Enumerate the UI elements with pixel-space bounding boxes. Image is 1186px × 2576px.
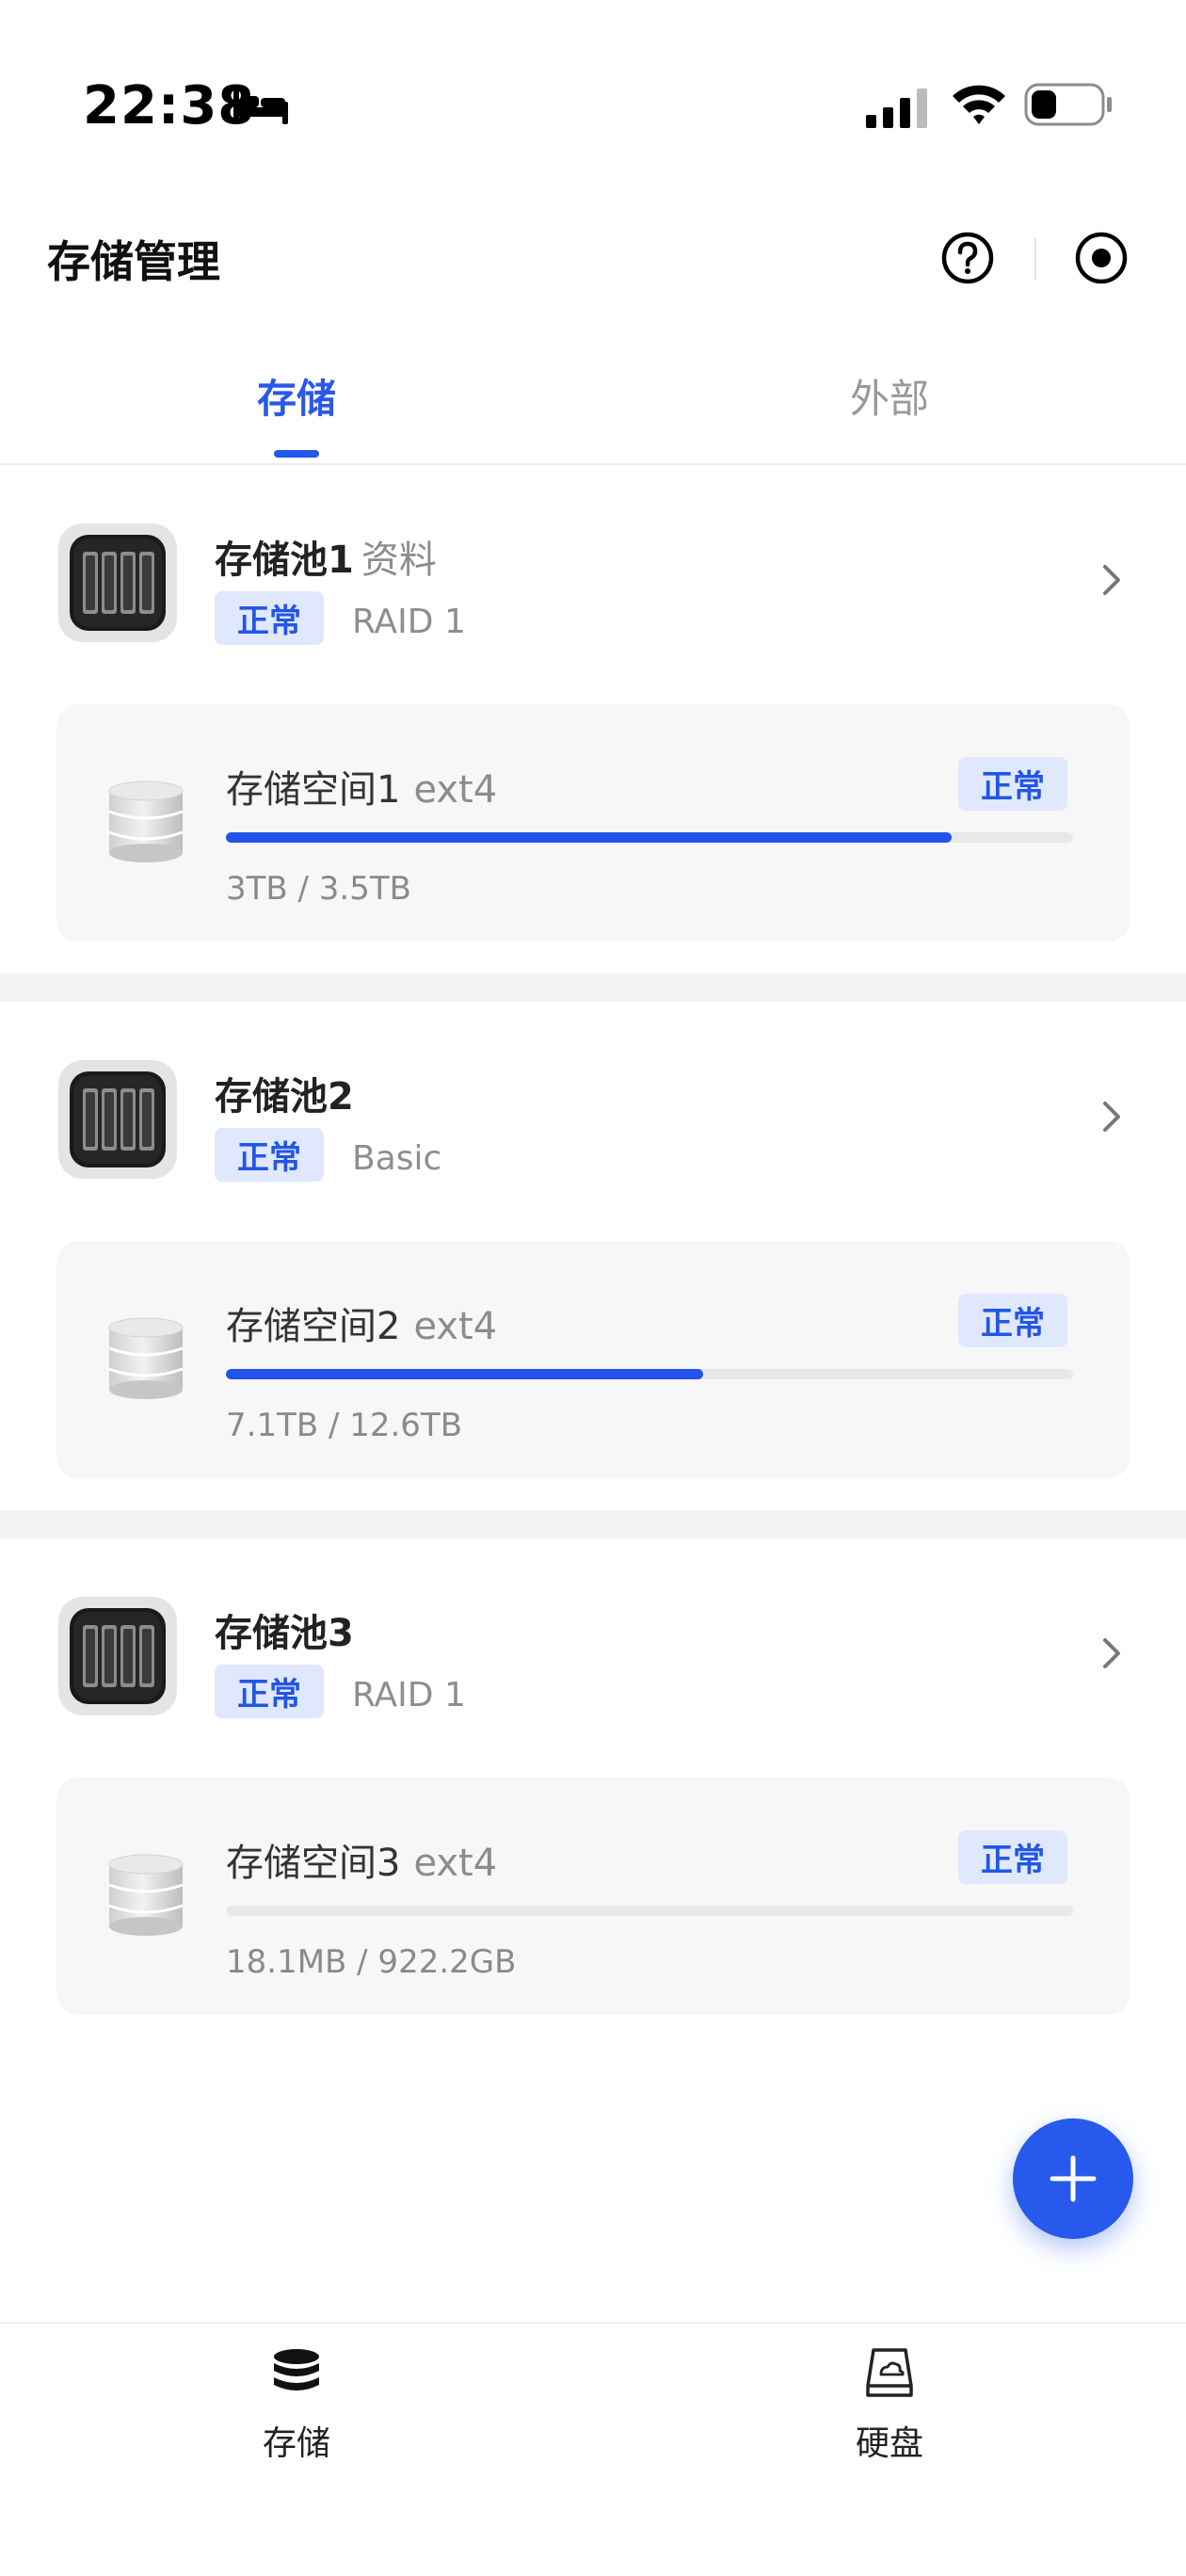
volume-card[interactable]: 存储空间1 ext4 正常 3TB / 3.5TB	[56, 704, 1130, 942]
add-pool-button[interactable]	[1013, 2118, 1133, 2239]
status-badge: 正常	[958, 1830, 1067, 1884]
pool-title: 存储池1 资料	[215, 529, 437, 584]
pool-section: 存储池2 正常 Basic 存储空间2 ext4 正常 7.1TB / 12.6…	[0, 1002, 1186, 1510]
wifi-icon	[953, 85, 1005, 124]
plus-icon	[1050, 2155, 1097, 2202]
volume-card[interactable]: 存储空间2 ext4 正常 7.1TB / 12.6TB	[56, 1241, 1130, 1478]
status-time: 22:38	[83, 75, 256, 137]
usage-progress-fill	[226, 832, 953, 843]
section-separator	[0, 974, 1186, 1002]
pool-raid-type: Basic	[352, 1139, 442, 1178]
nas-server-icon	[58, 523, 177, 642]
volume-title: 存储空间3 ext4	[226, 1832, 497, 1887]
pool-section: 存储池1 资料 正常 RAID 1 存储空间1 ext4 正常 3TB / 3.…	[0, 465, 1186, 974]
section-separator	[0, 1510, 1186, 1538]
battery-icon	[1024, 83, 1112, 126]
chevron-right-icon	[1103, 565, 1120, 595]
chevron-right-icon	[1103, 1638, 1120, 1668]
usage-progress-bar	[226, 1906, 1073, 1916]
nav-item-storage[interactable]: 存储	[0, 2324, 593, 2512]
active-tab-indicator	[274, 450, 319, 458]
bottom-navigation: 存储 硬盘	[0, 2322, 1186, 2576]
header-divider	[1034, 237, 1036, 281]
status-badge: 正常	[958, 1294, 1067, 1347]
record-icon[interactable]	[1073, 230, 1130, 286]
volume-name: 存储空间1	[226, 768, 401, 812]
database-icon	[274, 2349, 319, 2391]
tab-label: 外部	[849, 376, 929, 422]
volume-card[interactable]: 存储空间3 ext4 正常 18.1MB / 922.2GB	[56, 1778, 1130, 2015]
volume-usage-text: 7.1TB / 12.6TB	[226, 1407, 463, 1444]
nav-label: 存储	[262, 2424, 330, 2463]
volume-filesystem: ext4	[413, 768, 498, 812]
pool-raid-type: RAID 1	[352, 1676, 466, 1715]
volume-title: 存储空间1 ext4	[226, 759, 497, 813]
pool-header-row[interactable]: 存储池1 资料 正常 RAID 1	[0, 465, 1186, 691]
app-header: 存储管理	[0, 207, 1186, 320]
chevron-right-icon	[1103, 1102, 1120, 1132]
database-cylinder-icon	[108, 781, 184, 862]
volume-name: 存储空间3	[226, 1842, 401, 1885]
pool-description: 资料	[361, 539, 437, 582]
tab-storage[interactable]: 存储	[0, 348, 593, 463]
nas-server-icon	[58, 1060, 177, 1179]
status-badge: 正常	[215, 1665, 324, 1718]
pool-name: 存储池3	[215, 1612, 354, 1655]
pool-name: 存储池1	[215, 539, 354, 582]
pool-section: 存储池3 正常 RAID 1 存储空间3 ext4 正常 18.1MB / 92…	[0, 1538, 1186, 2047]
page-title: 存储管理	[47, 236, 220, 287]
status-badge: 正常	[215, 1128, 324, 1182]
volume-title: 存储空间2 ext4	[226, 1296, 497, 1350]
nav-item-disk[interactable]: 硬盘	[593, 2324, 1186, 2512]
bed-icon	[233, 90, 288, 124]
usage-progress-bar	[226, 1369, 1073, 1379]
usage-progress-fill	[226, 1369, 703, 1379]
volume-name: 存储空间2	[226, 1305, 401, 1348]
signal-icon	[866, 89, 927, 128]
pool-title: 存储池3	[215, 1602, 354, 1657]
volume-filesystem: ext4	[413, 1842, 498, 1885]
database-cylinder-icon	[108, 1854, 184, 1936]
nav-label: 硬盘	[855, 2424, 923, 2463]
status-badge: 正常	[215, 591, 324, 645]
pool-name: 存储池2	[215, 1075, 354, 1119]
tab-external[interactable]: 外部	[593, 348, 1186, 463]
help-icon[interactable]	[939, 230, 996, 286]
volume-usage-text: 18.1MB / 922.2GB	[226, 1943, 517, 1981]
volume-usage-text: 3TB / 3.5TB	[226, 870, 411, 908]
hard-disk-icon	[866, 2348, 913, 2397]
storage-management-screen: 22:38 存储管理 存储 外部 存储池1 资料 正常 RAID 1 存储空间1…	[0, 0, 1186, 2576]
nas-server-icon	[58, 1597, 177, 1715]
tab-bar: 存储 外部	[0, 348, 1186, 465]
pool-header-row[interactable]: 存储池3 正常 RAID 1	[0, 1538, 1186, 1764]
usage-progress-bar	[226, 832, 1073, 843]
pool-header-row[interactable]: 存储池2 正常 Basic	[0, 1002, 1186, 1228]
pool-list: 存储池1 资料 正常 RAID 1 存储空间1 ext4 正常 3TB / 3.…	[0, 465, 1186, 2047]
tab-label: 存储	[256, 376, 336, 422]
volume-filesystem: ext4	[413, 1305, 498, 1348]
database-cylinder-icon	[108, 1317, 184, 1399]
pool-raid-type: RAID 1	[352, 603, 466, 641]
pool-title: 存储池2	[215, 1066, 354, 1120]
status-badge: 正常	[958, 757, 1067, 811]
status-bar: 22:38	[0, 0, 1186, 207]
